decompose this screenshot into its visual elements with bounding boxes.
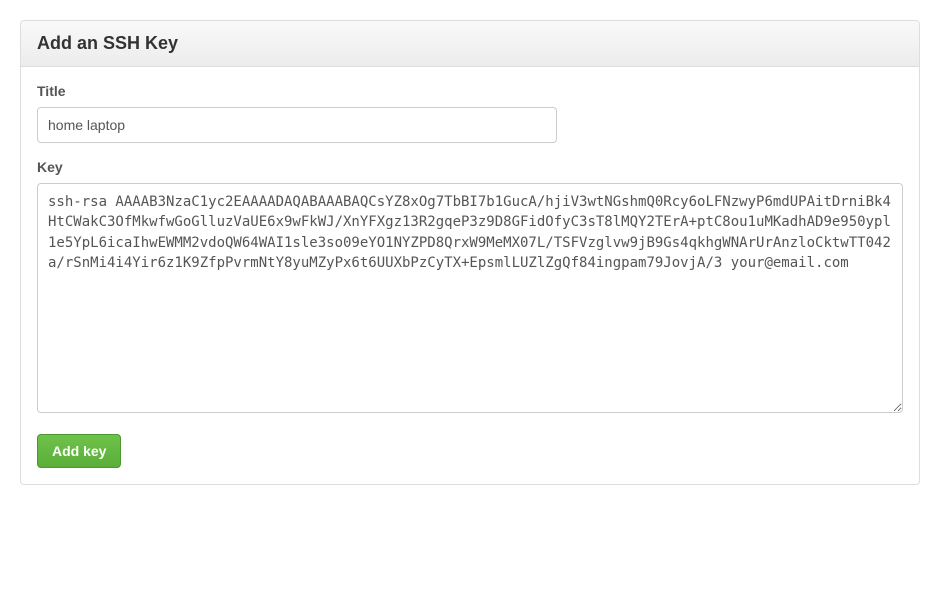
add-key-button[interactable]: Add key bbox=[37, 434, 121, 468]
panel-body: Title Key Add key bbox=[21, 67, 919, 484]
title-group: Title bbox=[37, 83, 903, 143]
title-label: Title bbox=[37, 83, 903, 99]
panel-title: Add an SSH Key bbox=[21, 21, 919, 67]
key-textarea[interactable] bbox=[37, 183, 903, 413]
title-input[interactable] bbox=[37, 107, 557, 143]
key-label: Key bbox=[37, 159, 903, 175]
add-ssh-key-panel: Add an SSH Key Title Key Add key bbox=[20, 20, 920, 485]
key-group: Key bbox=[37, 159, 903, 418]
